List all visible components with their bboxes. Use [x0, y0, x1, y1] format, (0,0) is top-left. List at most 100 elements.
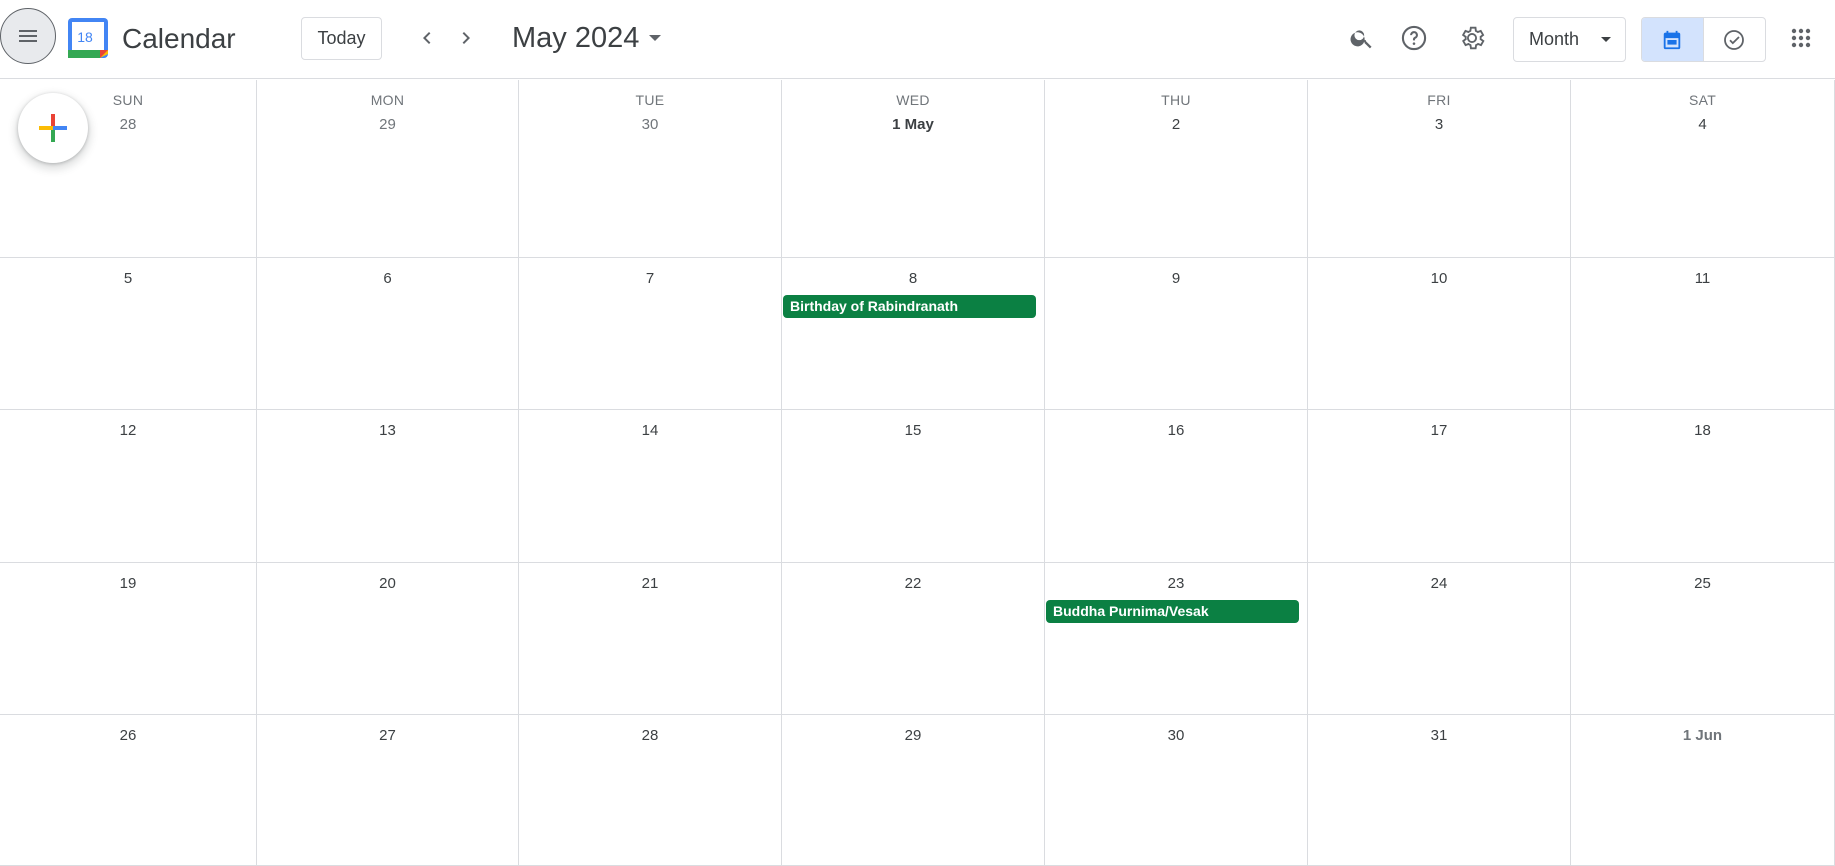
day-number[interactable]: 29	[782, 727, 1044, 744]
day-number[interactable]: 2	[1045, 116, 1307, 133]
day-number[interactable]: 23	[1045, 575, 1307, 592]
day-number[interactable]: 18	[1571, 422, 1834, 439]
search-button[interactable]	[1342, 18, 1382, 58]
day-number[interactable]: 6	[257, 270, 518, 287]
weekday-header: TUE	[635, 92, 665, 108]
month-grid: SUN 28 MON 29 TUE 30 WED 1 May THU 2 FRI 3 SAT 4 5 6 7 8 9…	[0, 80, 1835, 866]
day-cell[interactable]: 12	[0, 410, 257, 563]
day-cell[interactable]: 20	[257, 563, 519, 715]
day-cell[interactable]: 25	[1571, 563, 1835, 715]
day-number[interactable]: 30	[519, 116, 781, 133]
day-number[interactable]: 20	[257, 575, 518, 592]
day-cell[interactable]: 19	[0, 563, 257, 715]
day-cell[interactable]: FRI 3	[1308, 80, 1571, 258]
calendar-view-toggle[interactable]	[1642, 18, 1704, 61]
day-cell[interactable]: 26	[0, 715, 257, 866]
day-cell[interactable]: 10	[1308, 258, 1571, 410]
day-number[interactable]: 29	[257, 116, 518, 133]
day-cell[interactable]: THU 2	[1045, 80, 1308, 258]
day-number[interactable]: 14	[519, 422, 781, 439]
day-cell[interactable]: SAT 4	[1571, 80, 1835, 258]
day-number[interactable]: 31	[1308, 727, 1570, 744]
today-button[interactable]: Today	[301, 17, 382, 60]
create-event-button[interactable]	[18, 93, 88, 163]
help-button[interactable]	[1394, 18, 1434, 58]
caret-down-icon	[1601, 37, 1611, 42]
weekday-header: FRI	[1427, 92, 1451, 108]
day-cell[interactable]: 17	[1308, 410, 1571, 563]
day-number[interactable]: 17	[1308, 422, 1570, 439]
main-menu-button[interactable]	[0, 8, 56, 64]
day-cell[interactable]: 30	[1045, 715, 1308, 866]
plus-icon	[39, 114, 67, 142]
day-number[interactable]: 16	[1045, 422, 1307, 439]
day-number[interactable]: 15	[782, 422, 1044, 439]
day-number[interactable]: 27	[257, 727, 518, 744]
settings-button[interactable]	[1452, 18, 1492, 58]
day-cell[interactable]: 7	[519, 258, 782, 410]
day-cell[interactable]: TUE 30	[519, 80, 782, 258]
day-number[interactable]: 1 May	[782, 116, 1044, 133]
day-cell[interactable]: 21	[519, 563, 782, 715]
day-number[interactable]: 9	[1045, 270, 1307, 287]
day-cell[interactable]: 29	[782, 715, 1045, 866]
chevron-right-icon	[462, 32, 470, 44]
day-cell[interactable]: 24	[1308, 563, 1571, 715]
day-cell[interactable]: 31	[1308, 715, 1571, 866]
day-number[interactable]: 3	[1308, 116, 1570, 133]
day-cell[interactable]: MON 29	[257, 80, 519, 258]
event-chip[interactable]: Birthday of Rabindranath	[783, 295, 1036, 318]
day-cell[interactable]: 14	[519, 410, 782, 563]
day-number[interactable]: 10	[1308, 270, 1570, 287]
day-cell[interactable]: 11	[1571, 258, 1835, 410]
day-cell[interactable]: 23	[1045, 563, 1308, 715]
day-cell[interactable]: 9	[1045, 258, 1308, 410]
day-number[interactable]: 11	[1571, 270, 1834, 287]
day-number[interactable]: 1 Jun	[1571, 727, 1834, 744]
chevron-left-icon	[423, 32, 431, 44]
day-number[interactable]: 19	[0, 575, 256, 592]
event-chip[interactable]: Buddha Purnima/Vesak	[1046, 600, 1299, 623]
app-title: Calendar	[122, 23, 236, 54]
day-number[interactable]: 12	[0, 422, 256, 439]
day-number[interactable]: 7	[519, 270, 781, 287]
day-number[interactable]: 4	[1571, 116, 1834, 133]
day-cell[interactable]: 16	[1045, 410, 1308, 563]
day-number[interactable]: 25	[1571, 575, 1834, 592]
day-number[interactable]: 5	[0, 270, 256, 287]
day-number[interactable]: 22	[782, 575, 1044, 592]
caret-down-icon	[649, 35, 662, 41]
calendar-logo: 18	[68, 18, 108, 58]
apps-grid-icon	[1791, 28, 1811, 48]
day-cell[interactable]: 13	[257, 410, 519, 563]
tasks-check-icon	[1724, 29, 1745, 50]
day-number[interactable]: 8	[782, 270, 1044, 287]
day-number[interactable]: 28	[519, 727, 781, 744]
calendar-icon	[1664, 30, 1681, 49]
svg-text:18: 18	[77, 29, 93, 45]
day-cell[interactable]: WED 1 May	[782, 80, 1045, 258]
day-number[interactable]: 21	[519, 575, 781, 592]
day-number[interactable]: 13	[257, 422, 518, 439]
view-switcher-dropdown[interactable]: Month	[1513, 17, 1626, 62]
day-cell[interactable]: 8	[782, 258, 1045, 410]
tasks-view-toggle[interactable]	[1704, 18, 1766, 61]
day-number[interactable]: 24	[1308, 575, 1570, 592]
day-cell[interactable]: 28	[519, 715, 782, 866]
day-cell[interactable]: 6	[257, 258, 519, 410]
day-cell[interactable]: 15	[782, 410, 1045, 563]
day-number[interactable]: 26	[0, 727, 256, 744]
day-cell[interactable]: 5	[0, 258, 257, 410]
gear-icon	[1461, 26, 1485, 50]
day-cell[interactable]: 22	[782, 563, 1045, 715]
current-period-picker[interactable]: May 2024	[512, 20, 662, 56]
previous-month-button[interactable]	[407, 18, 447, 58]
day-number[interactable]: 30	[1045, 727, 1307, 744]
day-cell[interactable]: 27	[257, 715, 519, 866]
next-month-button[interactable]	[446, 18, 486, 58]
google-apps-button[interactable]	[1781, 18, 1821, 58]
day-cell[interactable]: 18	[1571, 410, 1835, 563]
weekday-header: SAT	[1688, 92, 1717, 108]
weekday-header: THU	[1161, 92, 1191, 108]
day-cell[interactable]: 1 Jun	[1571, 715, 1835, 866]
